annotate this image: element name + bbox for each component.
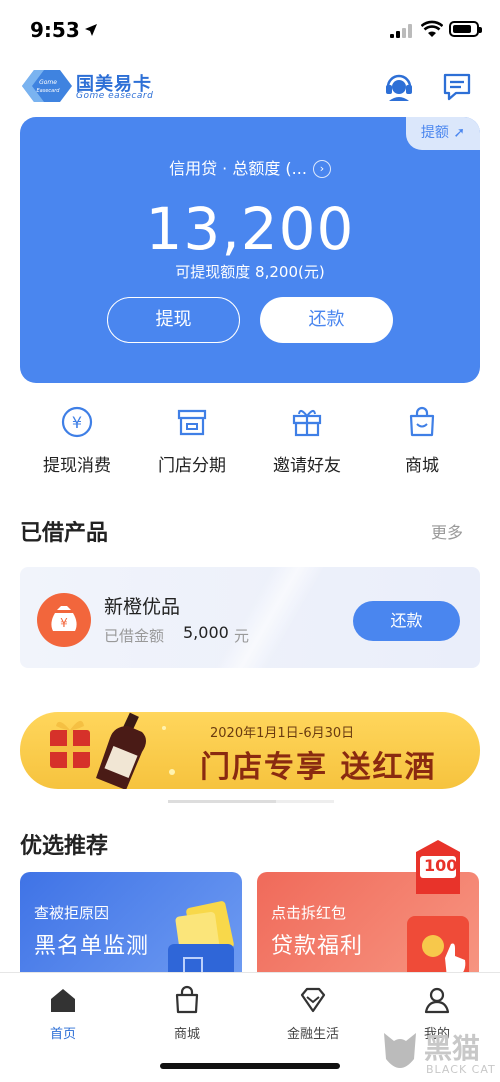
withdraw-button[interactable]: 提现 xyxy=(107,297,240,343)
recommend-card-subtitle: 点击拆红包 xyxy=(271,904,347,922)
person-icon xyxy=(424,987,450,1014)
recommend-section-title: 优选推荐 xyxy=(20,834,109,859)
yen-coin-icon: ¥ xyxy=(61,406,93,438)
credit-title[interactable]: 信用贷 · 总额度 (... › xyxy=(20,155,480,179)
diamond-icon xyxy=(300,987,326,1013)
message-icon[interactable] xyxy=(441,70,473,102)
home-icon xyxy=(51,989,75,1012)
raise-limit-badge[interactable]: 提额 ➚ xyxy=(406,117,480,150)
credit-card-panel: 提额 ➚ 信用贷 · 总额度 (... › 13,200 可提现额度 8,200(… xyxy=(20,117,480,383)
tab-mall[interactable]: 商城 xyxy=(132,985,242,1042)
available-amount: 可提现额度 8,200(元) xyxy=(175,263,325,281)
quick-action-invite[interactable]: 邀请好友 xyxy=(247,405,367,476)
recommend-card-blacklist[interactable]: 查被拒原因 黑名单监测 xyxy=(20,872,242,982)
loan-repay-button[interactable]: 还款 xyxy=(353,601,460,641)
tab-finance-life[interactable]: 金融生活 xyxy=(258,985,368,1042)
banner-pager xyxy=(168,800,334,803)
tab-home[interactable]: 首页 xyxy=(8,985,118,1042)
document-card-illustration xyxy=(168,901,234,982)
tab-label: 金融生活 xyxy=(286,1027,339,1042)
quick-action-label: 商城 xyxy=(405,456,439,476)
gift-icon xyxy=(292,410,322,437)
loan-amount-value: 5,000 xyxy=(183,623,229,642)
quick-action-label: 提现消费 xyxy=(43,456,111,476)
quick-action-label: 邀请好友 xyxy=(273,456,341,476)
store-icon xyxy=(177,409,207,436)
hundred-redpacket-badge: 100 xyxy=(410,838,466,900)
promo-banner[interactable]: 2020年1月1日-6月30日 门店专享 送红酒 xyxy=(20,712,480,789)
raise-limit-label: 提额 xyxy=(420,125,449,141)
svg-text:Gome: Gome xyxy=(39,79,57,86)
quick-action-withdraw[interactable]: ¥ 提现消费 xyxy=(17,405,137,476)
loan-product-name: 新橙优品 xyxy=(104,596,181,618)
money-bag-icon: ¥ xyxy=(37,593,91,647)
logo-mark: Gome Easecard xyxy=(22,70,72,102)
cellular-signal-icon xyxy=(390,24,412,38)
repay-button[interactable]: 还款 xyxy=(260,297,393,343)
status-time: 9:53 xyxy=(30,18,80,42)
red-envelope-illustration xyxy=(407,916,469,982)
shopping-bag-icon xyxy=(175,985,199,1014)
up-arrow-icon: ➚ xyxy=(453,125,466,141)
more-link[interactable]: 更多 xyxy=(431,519,463,543)
recommend-card-title: 贷款福利 xyxy=(271,934,364,959)
svg-text:¥: ¥ xyxy=(60,616,68,630)
status-bar: 9:53 xyxy=(0,0,500,60)
location-arrow-icon xyxy=(85,24,97,36)
watermark-cn: 黑猫 xyxy=(424,1032,481,1065)
loan-card[interactable]: ¥ 新橙优品 已借金额 5,000 元 还款 xyxy=(20,567,480,668)
loan-amount-unit: 元 xyxy=(234,627,250,645)
logo-english: Gome easecard xyxy=(76,91,154,101)
battery-icon xyxy=(449,21,482,37)
home-indicator[interactable] xyxy=(160,1063,340,1069)
credit-title-text: 信用贷 · 总额度 (... xyxy=(169,159,307,178)
cat-logo-icon xyxy=(384,1033,416,1068)
chevron-right-icon: › xyxy=(312,160,331,178)
recommend-card-subtitle: 查被拒原因 xyxy=(34,904,110,922)
shopping-bag-icon xyxy=(409,406,435,437)
borrowed-section-title: 已借产品 xyxy=(20,521,109,546)
wifi-icon xyxy=(421,20,443,37)
promo-date: 2020年1月1日-6月30日 xyxy=(210,726,355,741)
svg-text:Easecard: Easecard xyxy=(37,88,61,94)
gift-and-wine-illustration xyxy=(50,712,175,789)
watermark-en: BLACK CAT xyxy=(426,1063,496,1076)
brand-logo: Gome Easecard 国美易卡 Gome easecard xyxy=(20,68,160,104)
tab-label: 商城 xyxy=(173,1027,200,1042)
quick-action-store[interactable]: 门店分期 xyxy=(132,405,252,476)
recommend-card-title: 黑名单监测 xyxy=(34,934,150,959)
hundred-badge-text: 100 xyxy=(424,856,458,875)
loan-amount-label: 已借金额 xyxy=(104,627,165,645)
headset-icon[interactable] xyxy=(383,70,415,102)
promo-headline: 门店专享 送红酒 xyxy=(200,750,437,785)
svg-text:¥: ¥ xyxy=(72,413,82,432)
app-screen: 9:53 Gome Easecard 国美易卡 Gome easecard 提额… xyxy=(0,0,500,1082)
quick-action-mall[interactable]: 商城 xyxy=(362,405,482,476)
loan-card-decoration xyxy=(170,567,370,668)
tab-label: 首页 xyxy=(49,1027,76,1042)
black-cat-watermark: 黑猫 BLACK CAT xyxy=(380,1025,500,1082)
quick-action-label: 门店分期 xyxy=(158,456,226,476)
total-amount: 13,200 xyxy=(145,195,355,263)
